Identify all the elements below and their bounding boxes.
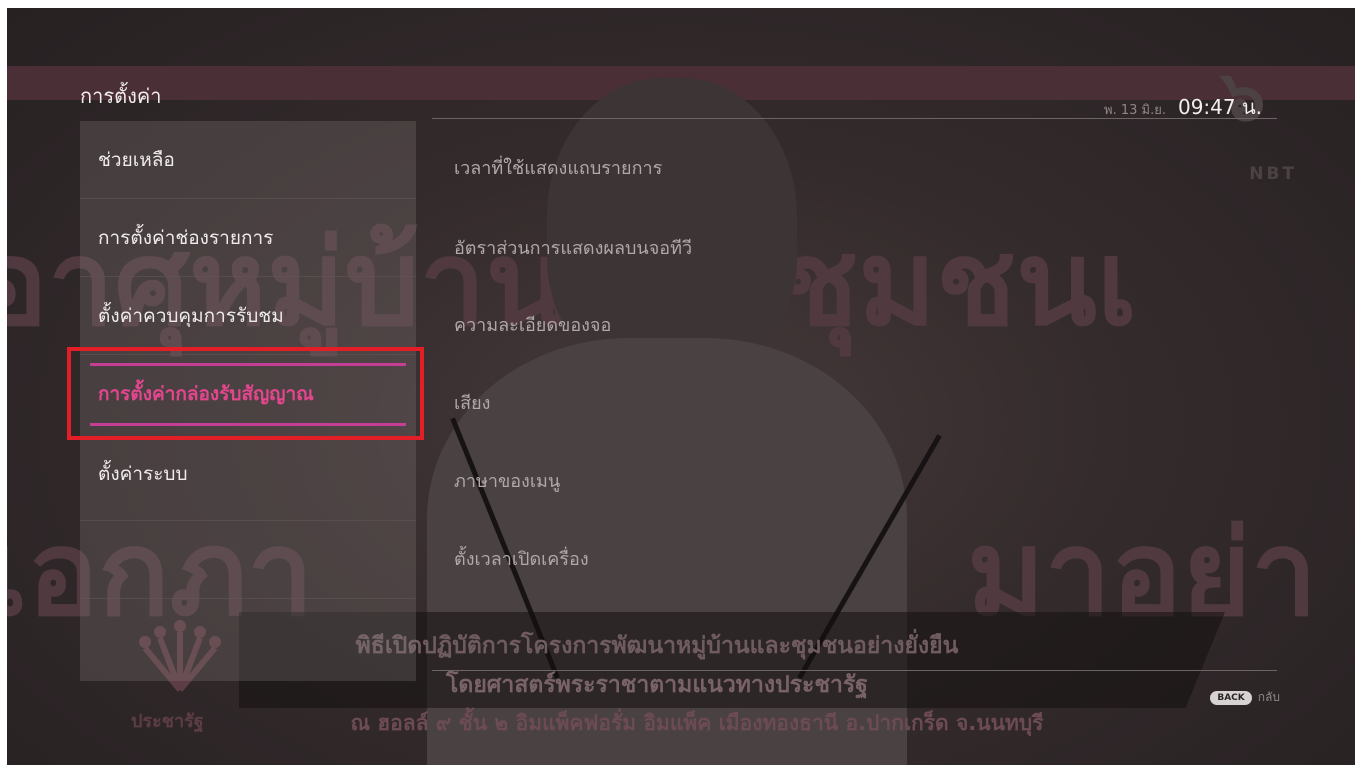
submenu-item-power-on-timer[interactable]: ตั้งเวลาเปิดเครื่อง	[454, 544, 589, 573]
menu-item-help[interactable]: ช่วยเหลือ	[80, 121, 416, 199]
menu-item-label: ช่วยเหลือ	[98, 149, 175, 171]
menu-item-label: ตั้งค่าระบบ	[98, 463, 188, 485]
tv-screen: อาศุหมู่บ้านและชุมชนเ เอกภา มาอย่า ๖ NBT…	[7, 8, 1355, 765]
channel-logo-caption: NBT	[1249, 164, 1297, 184]
menu-item-label: ตั้งค่าควบคุมการรับชม	[98, 305, 284, 327]
submenu-item-resolution[interactable]: ความละเอียดของจอ	[454, 310, 611, 339]
clock-date: พ. 13 มิ.ย.	[1104, 103, 1166, 118]
caption-line: ณ ฮอลล์ ๙ ชั้น ๒ อิมแพ็คฟอรั่ม อิมแพ็ค เ…	[350, 711, 1044, 735]
submenu-item-audio[interactable]: เสียง	[454, 388, 490, 417]
menu-item-parental-control[interactable]: ตั้งค่าควบคุมการรับชม	[80, 277, 416, 355]
back-label: กลับ	[1257, 690, 1280, 704]
menu-item-channel-settings[interactable]: การตั้งค่าช่องรายการ	[80, 199, 416, 277]
back-key-icon: BACK	[1210, 690, 1252, 705]
divider	[432, 670, 1277, 671]
menu-item-system-settings[interactable]: ตั้งค่าระบบ	[80, 443, 416, 521]
submenu-item-menu-language[interactable]: ภาษาของเมนู	[454, 466, 560, 495]
annotation-highlight-box	[67, 347, 424, 440]
page-title: การตั้งค่า	[80, 84, 162, 108]
pracharat-logo-text: ประชารัฐ	[131, 711, 204, 732]
menu-item-empty	[80, 521, 416, 599]
back-hint[interactable]: BACK กลับ	[1210, 688, 1280, 707]
submenu-item-aspect-ratio[interactable]: อัตราส่วนการแสดงผลบนจอทีวี	[454, 233, 692, 262]
submenu-item-banner-timeout[interactable]: เวลาที่ใช้แสดงแถบรายการ	[454, 153, 662, 182]
divider	[432, 118, 1277, 119]
menu-item-label: การตั้งค่าช่องรายการ	[98, 227, 274, 249]
menu-item-empty	[80, 599, 416, 677]
